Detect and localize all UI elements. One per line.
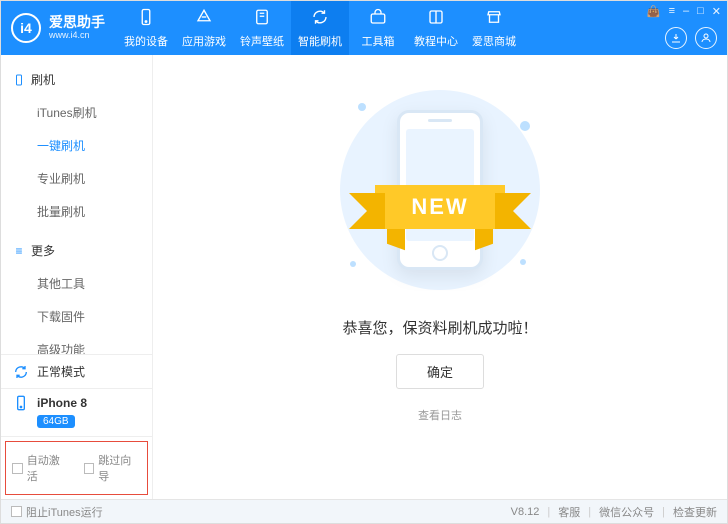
sidebar-item[interactable]: 一键刷机	[1, 129, 152, 162]
mode-row[interactable]: 正常模式	[1, 355, 152, 389]
phone-outline-icon	[13, 74, 25, 86]
book-icon	[427, 8, 445, 29]
sparkle-icon	[520, 259, 526, 265]
group-0-header[interactable]: 刷机	[1, 65, 152, 94]
nav-label: 我的设备	[124, 33, 168, 49]
bag-icon[interactable]: 👜	[647, 5, 661, 18]
options-row: 自动激活 跳过向导	[5, 441, 148, 495]
group-title: 更多	[31, 242, 55, 259]
sidebar-item[interactable]: iTunes刷机	[1, 96, 152, 129]
menu-icon[interactable]: ≡	[669, 5, 675, 18]
footer: 阻止iTunes运行 V8.12 | 客服 | 微信公众号 | 检查更新	[1, 499, 727, 523]
version-label: V8.12	[511, 506, 540, 518]
check-update-link[interactable]: 检查更新	[673, 504, 717, 520]
success-illustration: NEW	[310, 85, 570, 295]
sidebar-item[interactable]: 下载固件	[1, 300, 152, 333]
minimize-button[interactable]: –	[683, 5, 689, 18]
music-icon	[253, 8, 271, 29]
nav-label: 智能刷机	[298, 33, 342, 49]
phone-icon	[13, 395, 29, 411]
nav-label: 工具箱	[362, 33, 395, 49]
appstore-icon	[195, 8, 213, 29]
auto-activate-checkbox[interactable]: 自动激活	[12, 452, 70, 484]
logo-icon: i4	[11, 13, 41, 43]
header: i4 爱思助手 www.i4.cn 我的设备应用游戏铃声壁纸智能刷机 工具箱 教程中…	[1, 1, 727, 55]
sidebar-item[interactable]: 其他工具	[1, 267, 152, 300]
nav-book[interactable]: 教程中心	[407, 1, 465, 55]
download-icon[interactable]	[665, 27, 687, 49]
view-log-link[interactable]: 查看日志	[418, 407, 462, 423]
window-controls: 👜 ≡ – □ ✕	[647, 5, 721, 18]
skip-wizard-checkbox[interactable]: 跳过向导	[84, 452, 142, 484]
sidebar-item[interactable]: 高级功能	[1, 333, 152, 354]
top-nav: 我的设备应用游戏铃声壁纸智能刷机 工具箱 教程中心爱思商城	[117, 1, 523, 55]
menu-icon: ≡	[13, 245, 25, 257]
shop-icon	[485, 8, 503, 29]
sidebar-item[interactable]: 专业刷机	[1, 162, 152, 195]
nav-label: 教程中心	[414, 33, 458, 49]
sparkle-icon	[520, 121, 530, 131]
phone-icon	[137, 8, 155, 29]
main-content: NEW 恭喜您，保资料刷机成功啦！ 确定 查看日志	[153, 55, 727, 499]
logo[interactable]: i4 爱思助手 www.i4.cn	[1, 13, 117, 43]
refresh-icon	[311, 8, 329, 29]
brand-name: 爱思助手	[49, 15, 105, 30]
nav-label: 铃声壁纸	[240, 33, 284, 49]
storage-badge: 64GB	[37, 415, 75, 428]
sparkle-icon	[350, 261, 356, 267]
sparkle-icon	[358, 103, 366, 111]
toolbox-icon	[369, 8, 387, 29]
new-ribbon: NEW	[375, 185, 505, 229]
user-icon[interactable]	[695, 27, 717, 49]
nav-label: 爱思商城	[472, 33, 516, 49]
nav-toolbox[interactable]: 工具箱	[349, 1, 407, 55]
device-row[interactable]: iPhone 8 64GB	[1, 389, 152, 437]
sidebar-item[interactable]: 批量刷机	[1, 195, 152, 228]
group-title: 刷机	[31, 71, 55, 88]
support-link[interactable]: 客服	[558, 504, 580, 520]
success-message: 恭喜您，保资料刷机成功啦！	[342, 317, 537, 338]
nav-music[interactable]: 铃声壁纸	[233, 1, 291, 55]
group-1-header[interactable]: ≡ 更多	[1, 236, 152, 265]
nav-appstore[interactable]: 应用游戏	[175, 1, 233, 55]
brand-url: www.i4.cn	[49, 31, 105, 41]
mode-label: 正常模式	[37, 363, 85, 380]
nav-phone[interactable]: 我的设备	[117, 1, 175, 55]
close-button[interactable]: ✕	[712, 5, 721, 18]
wechat-link[interactable]: 微信公众号	[599, 504, 654, 520]
nav-shop[interactable]: 爱思商城	[465, 1, 523, 55]
refresh-icon	[13, 364, 29, 380]
ok-button[interactable]: 确定	[396, 354, 484, 389]
maximize-button[interactable]: □	[697, 5, 704, 18]
nav-label: 应用游戏	[182, 33, 226, 49]
nav-refresh[interactable]: 智能刷机	[291, 1, 349, 55]
device-name: iPhone 8	[37, 396, 87, 410]
block-itunes-checkbox[interactable]: 阻止iTunes运行	[11, 504, 103, 520]
sidebar: 刷机 iTunes刷机一键刷机专业刷机批量刷机 ≡ 更多其他工具下载固件高级功能 正常…	[1, 55, 153, 499]
